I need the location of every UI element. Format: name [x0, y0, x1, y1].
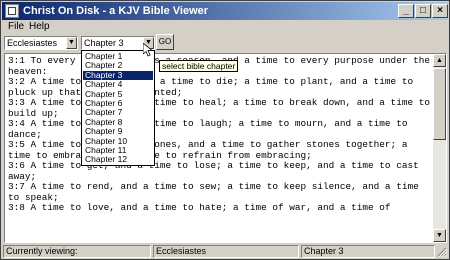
go-button[interactable]: GO: [156, 34, 174, 50]
mouse-cursor-icon: [143, 43, 153, 57]
vertical-scrollbar[interactable]: ▲ ▼: [433, 54, 446, 242]
chapter-dropdown-list: Chapter 1 Chapter 2 Chapter 3 Chapter 4 Chap…: [81, 50, 155, 166]
menu-file[interactable]: File: [8, 20, 24, 33]
scrollbar-thumb[interactable]: [433, 68, 446, 140]
status-bar: Currently viewing: Ecclesiastes Chapter …: [3, 245, 449, 259]
maximize-button[interactable]: □: [415, 4, 431, 18]
menu-help[interactable]: Help: [29, 20, 50, 33]
book-select[interactable]: Ecclesiastes ▼: [4, 36, 78, 50]
app-window: Christ On Disk - a KJV Bible Viewer _ □ …: [0, 0, 450, 260]
window-title: Christ On Disk - a KJV Bible Viewer: [23, 5, 209, 17]
verse-text: 3:1 To every thing there is a season, an…: [8, 55, 430, 213]
status-chapter: Chapter 3: [301, 245, 435, 258]
verse-text-area[interactable]: 3:1 To every thing there is a season, an…: [4, 53, 447, 243]
minimize-button[interactable]: _: [398, 4, 414, 18]
close-button[interactable]: ×: [432, 4, 448, 18]
chapter-tooltip: select bible chapter: [159, 60, 239, 72]
status-label: Currently viewing:: [3, 245, 151, 258]
scroll-up-icon[interactable]: ▲: [433, 54, 446, 67]
book-select-value: Ecclesiastes: [7, 38, 58, 48]
resize-grip-icon[interactable]: [437, 247, 447, 257]
chapter-select-value: Chapter 3: [84, 38, 124, 48]
app-icon: [5, 4, 19, 18]
scroll-down-icon[interactable]: ▼: [433, 229, 446, 242]
title-bar[interactable]: Christ On Disk - a KJV Bible Viewer _ □ …: [2, 2, 448, 20]
chevron-down-icon[interactable]: ▼: [66, 37, 77, 49]
dropdown-option[interactable]: Chapter 12: [83, 154, 153, 164]
status-book: Ecclesiastes: [153, 245, 299, 258]
menu-bar: File Help: [2, 20, 448, 33]
